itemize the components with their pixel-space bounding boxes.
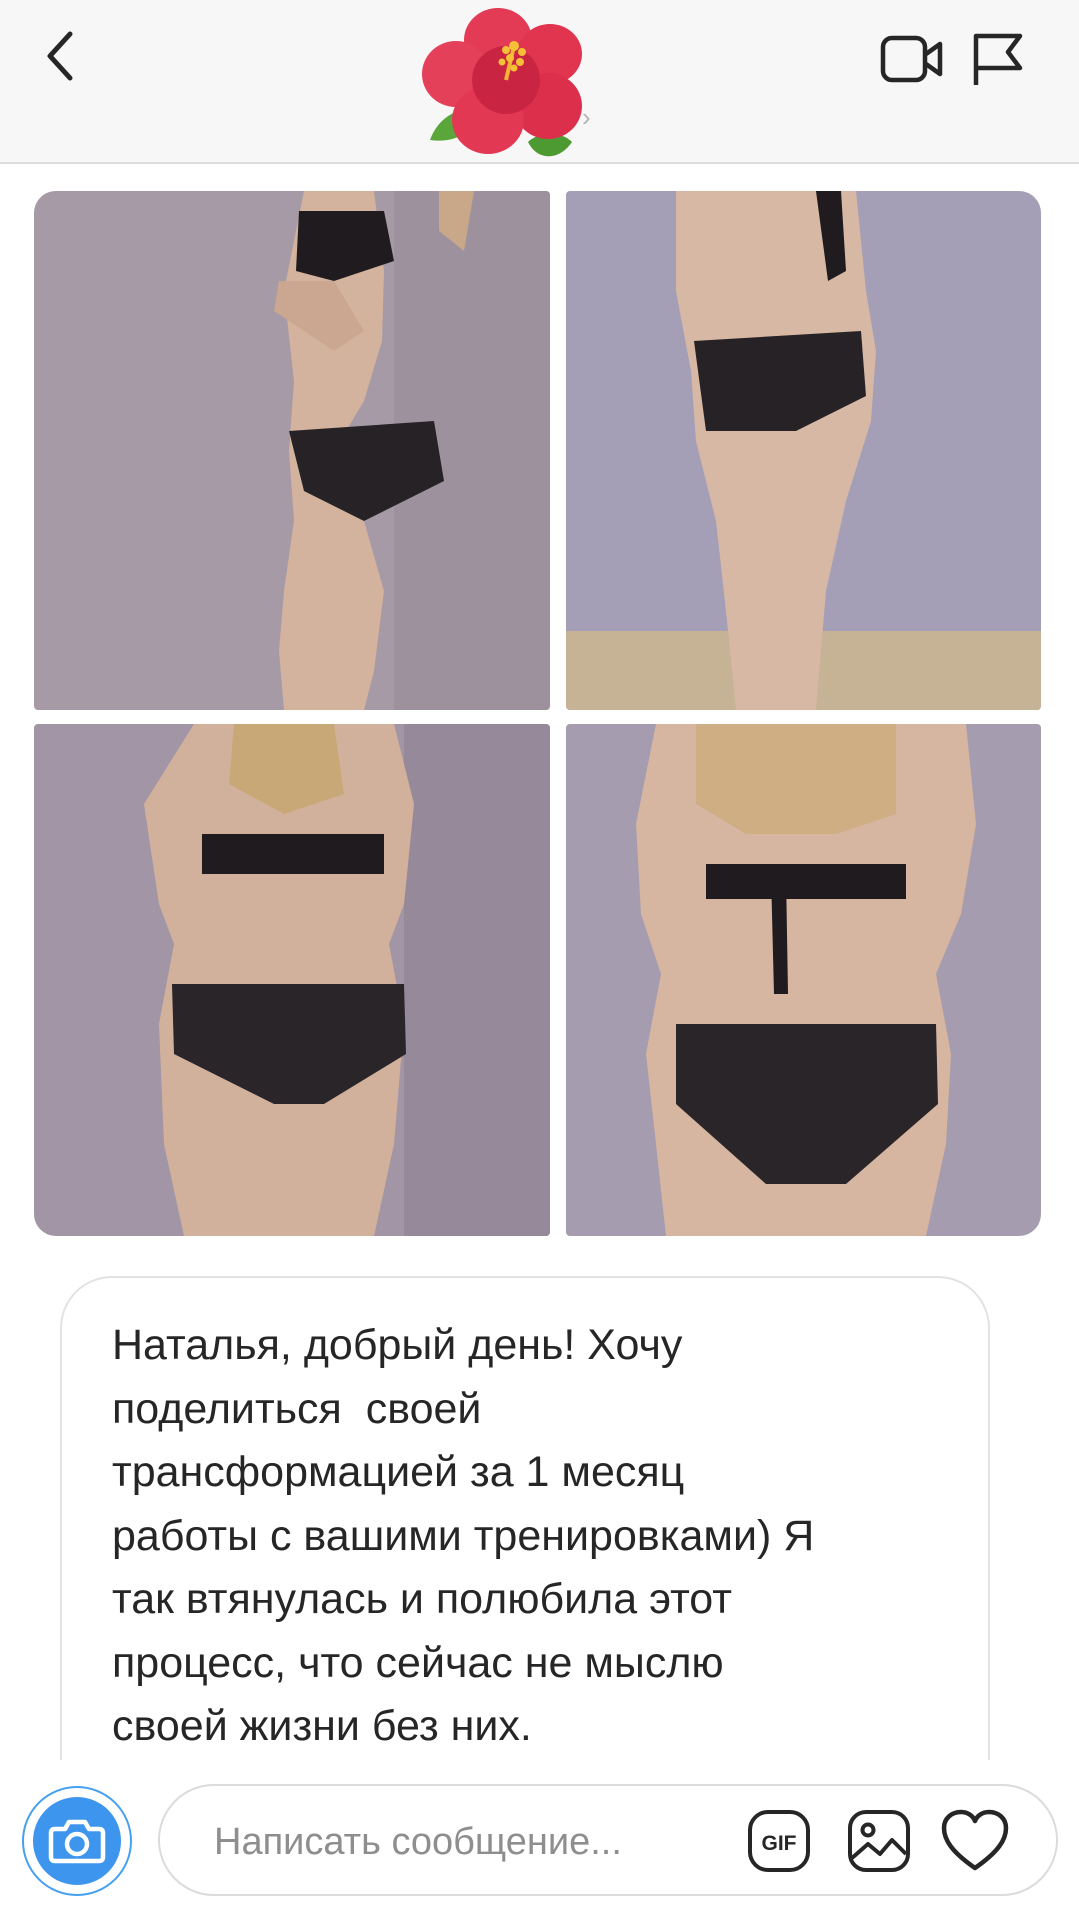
gif-icon: GIF bbox=[748, 1810, 810, 1872]
heart-icon bbox=[941, 1809, 1009, 1871]
like-button[interactable] bbox=[940, 1808, 1010, 1874]
report-button[interactable] bbox=[970, 30, 1026, 88]
chat-header: › bbox=[0, 0, 1079, 164]
back-chevron-icon bbox=[47, 31, 73, 81]
message-input-container: GIF bbox=[158, 1784, 1058, 1896]
message-text: Наталья, добрый день! Хочу поделиться св… bbox=[112, 1321, 815, 1750]
hibiscus-flower-avatar bbox=[422, 8, 582, 157]
image-icon bbox=[848, 1810, 910, 1872]
camera-button-fill bbox=[33, 1797, 121, 1885]
profile-chevron: › bbox=[582, 102, 591, 132]
photo-back-view-2-image bbox=[566, 724, 1041, 1236]
photo-side-view-image bbox=[34, 191, 550, 710]
avatar[interactable] bbox=[410, 2, 590, 167]
photo-4[interactable] bbox=[566, 724, 1041, 1236]
svg-text:GIF: GIF bbox=[762, 1832, 797, 1855]
photo-1[interactable] bbox=[34, 191, 550, 710]
photo-3[interactable] bbox=[34, 724, 550, 1236]
photo-side-back-image bbox=[566, 191, 1041, 710]
back-button[interactable] bbox=[38, 26, 88, 86]
video-call-button[interactable] bbox=[880, 32, 946, 86]
gif-button[interactable]: GIF bbox=[746, 1808, 812, 1874]
photo-2[interactable] bbox=[566, 191, 1041, 710]
image-button[interactable] bbox=[846, 1808, 912, 1874]
message-input[interactable] bbox=[212, 1814, 736, 1870]
camera-button[interactable] bbox=[22, 1786, 132, 1896]
message-bubble: Наталья, добрый день! Хочу поделиться св… bbox=[60, 1276, 990, 1796]
flag-icon bbox=[973, 33, 1023, 85]
photo-back-view-image bbox=[34, 724, 550, 1236]
camera-icon bbox=[48, 1819, 106, 1864]
video-camera-icon bbox=[880, 35, 943, 83]
